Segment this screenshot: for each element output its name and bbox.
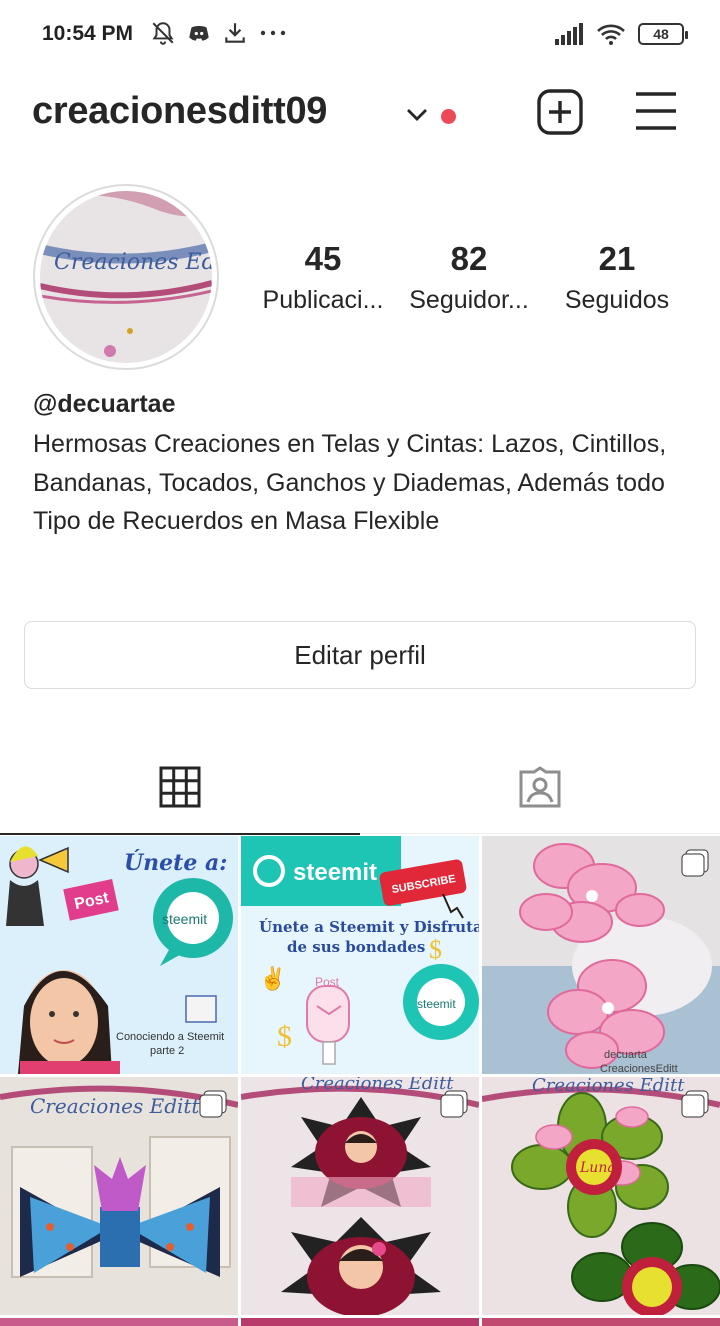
svg-text:Conociendo a Steemit: Conociendo a Steemit [116,1031,224,1043]
post-watermark: Creaciones Editt [30,1094,200,1118]
avatar-watermark: Creaciones Editt [54,250,212,275]
menu-icon[interactable] [634,90,678,132]
svg-text:parte 2: parte 2 [150,1045,184,1057]
svg-text:CreacionesEditt: CreacionesEditt [600,1063,678,1074]
multiple-posts-icon [440,1090,468,1118]
post-thumbnail[interactable] [0,1318,238,1326]
bio: @decuartae Hermosas Creaciones en Telas … [33,390,693,541]
profile-tabs [0,740,720,835]
grid-icon [159,766,201,808]
svg-text:$: $ [277,1020,292,1053]
stat-followers[interactable]: 82 Seguidor... [394,240,544,315]
avatar-image: Creaciones Editt [40,191,212,363]
svg-text:Post: Post [315,975,340,989]
tab-tagged[interactable] [360,740,720,834]
post-badge-text: Luna [579,1160,616,1176]
bio-text: Hermosas Creaciones en Telas y Cintas: L… [33,430,667,535]
stat-followers-label: Seguidor... [409,286,529,314]
discord-icon [189,25,209,41]
svg-text:decuarta: decuarta [604,1049,648,1061]
profile-stats: 45 Publicaci... 82 Seguidor... 21 Seguid… [248,240,688,320]
post-title-text: Únete a: [124,849,227,876]
svg-text:$: $ [429,935,442,964]
signal-icon [555,23,583,45]
avatar[interactable]: Creaciones Editt [33,184,219,370]
svg-text:Únete a Steemit y Disfruta: Únete a Steemit y Disfruta [259,918,479,936]
stat-followers-value: 82 [450,240,488,277]
battery-level: 48 [653,26,669,42]
stat-posts-label: Publicaci... [262,286,384,314]
stat-posts[interactable]: 45 Publicaci... [248,240,398,315]
status-bar: 10:54 PM 48 [0,0,720,68]
post-brand-text: steemit [293,859,377,886]
post-image: steemit Únete a: Post Conociendo a Steem… [0,836,238,1074]
stat-following-value: 21 [598,240,636,277]
post-thumbnail[interactable]: steemit Únete a: Post Conociendo a Steem… [0,836,238,1074]
svg-text:steemit: steemit [417,997,456,1011]
username[interactable]: creacionesditt09 [32,90,327,133]
status-time: 10:54 PM [42,22,134,45]
post-thumbnail[interactable]: Creaciones Editt [241,1077,479,1315]
more-icon [260,30,286,36]
post-thumbnail[interactable]: Creaciones Editt [0,1077,238,1315]
stat-posts-value: 45 [304,240,342,277]
post-brand-text: steemit [162,911,207,927]
new-post-icon[interactable] [536,88,584,136]
bio-handle[interactable]: @decuartae [33,390,693,419]
battery-icon: 48 [638,23,688,45]
multiple-posts-icon [681,849,709,877]
post-watermark: Creaciones Editt [532,1077,685,1096]
chevron-down-icon[interactable] [404,104,430,124]
svg-text:de sus bondades: de sus bondades [287,938,425,956]
tab-grid[interactable] [0,740,360,835]
post-thumbnail[interactable] [482,1318,720,1326]
post-watermark: Creaciones Editt [301,1077,454,1094]
posts-grid: steemit Únete a: Post Conociendo a Steem… [0,836,720,1326]
post-thumbnail[interactable] [241,1318,479,1326]
mute-icon [152,22,174,45]
post-image: steemit SUBSCRIBE Únete a Steemit y Disf… [241,836,479,1074]
tagged-icon [519,766,561,808]
multiple-posts-icon [199,1090,227,1118]
wifi-icon [597,24,625,45]
profile-header: creacionesditt09 [0,80,720,150]
stat-following[interactable]: 21 Seguidos [542,240,692,315]
svg-text:✌: ✌ [259,965,286,992]
post-thumbnail[interactable]: Creaciones Editt Luna [482,1077,720,1315]
notification-dot [441,109,456,124]
post-thumbnail[interactable]: steemit SUBSCRIBE Únete a Steemit y Disf… [241,836,479,1074]
multiple-posts-icon [681,1090,709,1118]
download-icon [225,23,245,43]
post-thumbnail[interactable]: decuarta CreacionesEditt [482,836,720,1074]
stat-following-label: Seguidos [564,286,670,314]
edit-profile-button[interactable]: Editar perfil [24,621,696,689]
